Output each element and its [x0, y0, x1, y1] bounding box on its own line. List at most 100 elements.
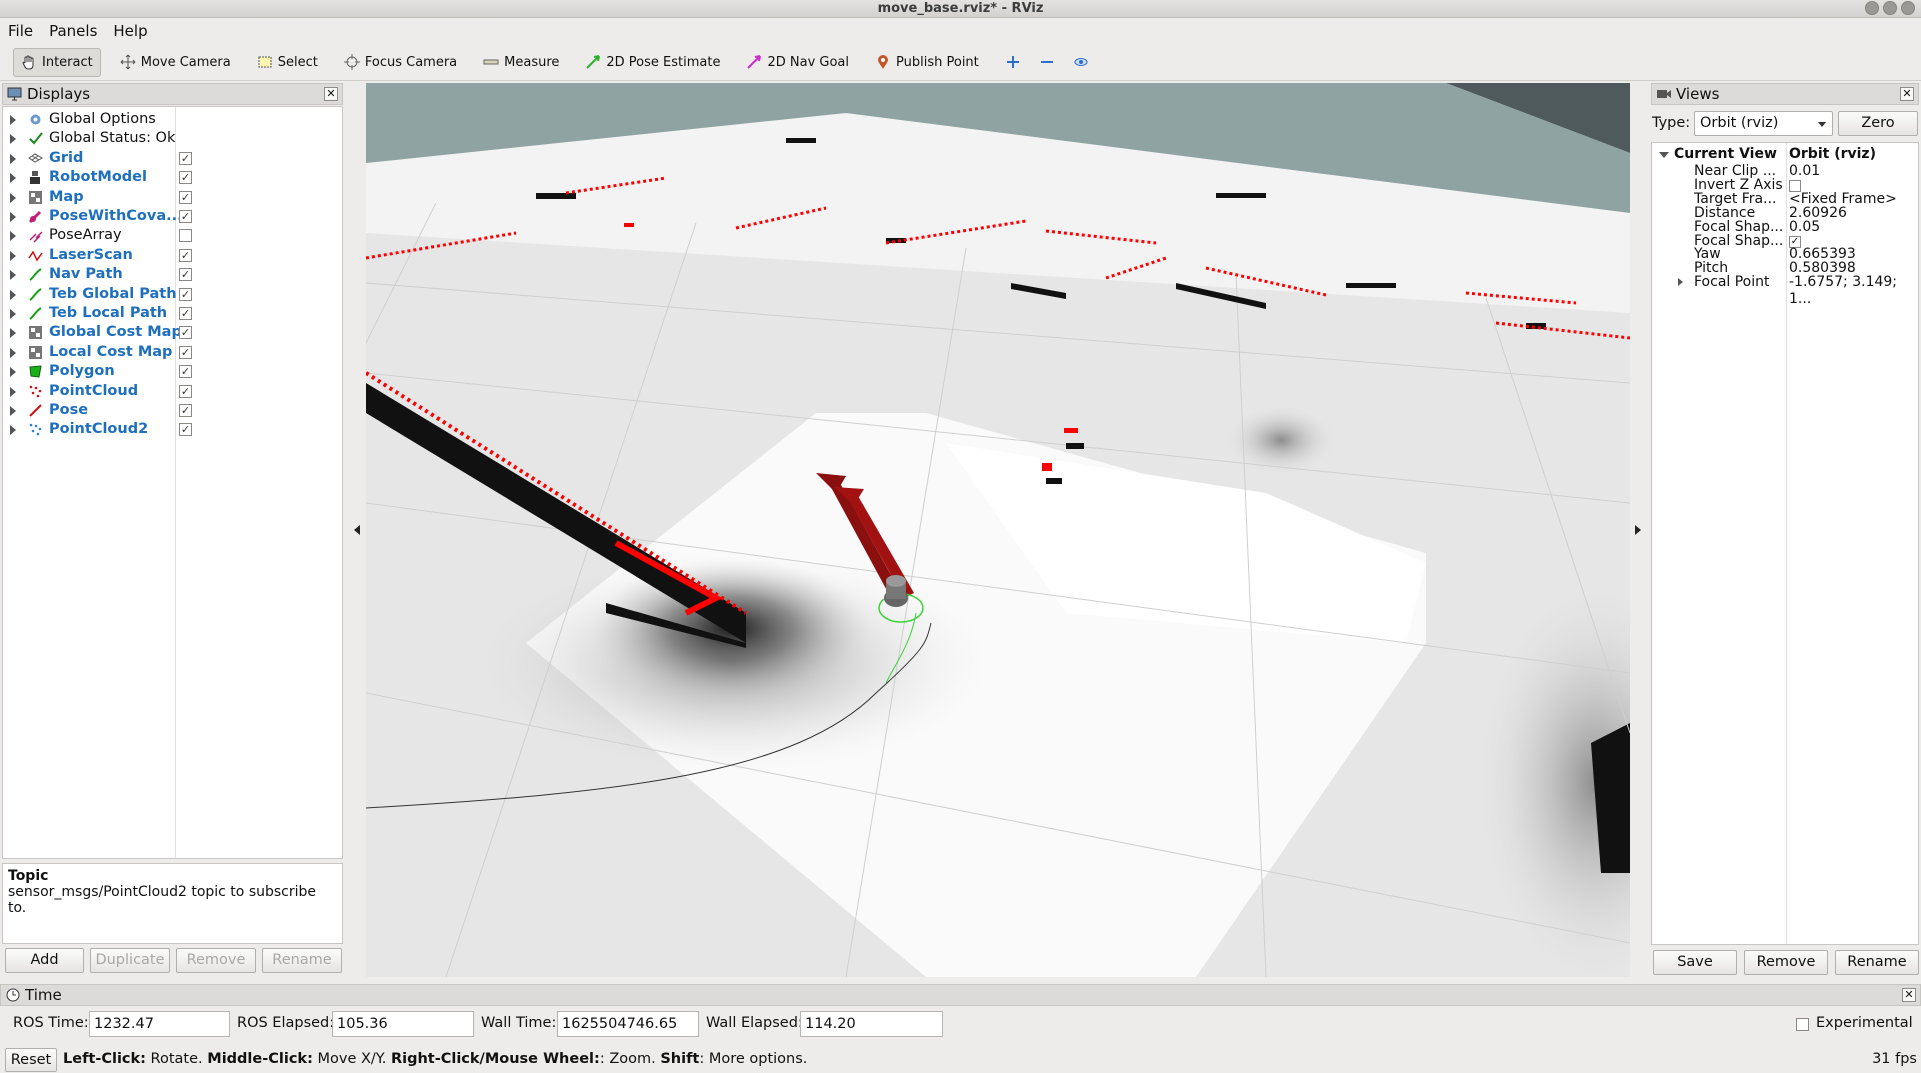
- views-type-row: Type: Orbit (rviz) Zero: [1651, 110, 1919, 138]
- expand-arrow-icon[interactable]: [10, 406, 16, 416]
- display-item[interactable]: Map ✓: [3, 188, 342, 207]
- expand-arrow-icon[interactable]: [10, 134, 16, 145]
- expand-arrow-icon[interactable]: [10, 231, 16, 242]
- add-tool-button[interactable]: [998, 48, 1028, 77]
- display-item[interactable]: Teb Local Path ✓: [3, 304, 342, 323]
- tool-pose-estimate-button[interactable]: 2D Pose Estimate: [578, 48, 727, 77]
- display-enabled-checkbox[interactable]: ✓: [179, 384, 192, 398]
- display-enabled-checkbox[interactable]: ✓: [179, 326, 192, 340]
- display-item[interactable]: LaserScan ✓: [3, 246, 342, 265]
- display-enabled-checkbox[interactable]: ✓: [179, 287, 192, 301]
- remove-view-button[interactable]: Remove: [1744, 950, 1828, 975]
- display-enabled-checkbox[interactable]: ✓: [179, 307, 192, 320]
- display-enabled-checkbox[interactable]: ✓: [179, 345, 192, 359]
- display-item[interactable]: Global Status: Ok: [3, 129, 342, 148]
- tool-focus-camera-button[interactable]: Focus Camera: [337, 48, 464, 77]
- duplicate-display-button[interactable]: Duplicate: [90, 948, 170, 973]
- display-enabled-checkbox[interactable]: ✓: [179, 151, 192, 165]
- view-property-row[interactable]: Focal Point -1.6757; 3.149; 1...: [1652, 274, 1918, 307]
- expand-arrow-icon[interactable]: [10, 367, 16, 378]
- menu-panels[interactable]: Panels: [49, 22, 97, 40]
- displays-tree[interactable]: Global Options Global Status: Ok Grid ✓ Robo…: [2, 106, 343, 859]
- current-view-row[interactable]: Current View Orbit (rviz): [1652, 146, 1918, 163]
- display-item[interactable]: PointCloud2 ✓: [3, 420, 342, 439]
- expand-arrow-icon[interactable]: [10, 153, 16, 164]
- ros-elapsed-field[interactable]: 105.36: [332, 1011, 474, 1037]
- zero-button[interactable]: Zero: [1838, 111, 1918, 136]
- expand-arrow-icon[interactable]: [10, 289, 16, 300]
- experimental-checkbox[interactable]: [1796, 1018, 1809, 1031]
- display-item[interactable]: Global Options: [3, 110, 342, 129]
- expand-arrow-icon[interactable]: [10, 173, 16, 184]
- expand-arrow-icon[interactable]: [10, 192, 16, 203]
- close-panel-icon[interactable]: ✕: [324, 87, 338, 101]
- display-item[interactable]: PoseWithCova... ✓: [3, 207, 342, 226]
- checkmark-icon: [29, 132, 43, 145]
- expand-arrow-icon[interactable]: [10, 115, 16, 125]
- rename-display-button[interactable]: Rename: [262, 948, 342, 973]
- remove-display-button[interactable]: Remove: [176, 948, 256, 973]
- display-label: LaserScan: [49, 246, 133, 263]
- display-item[interactable]: Local Cost Map ✓: [3, 343, 342, 362]
- views-tree[interactable]: Current View Orbit (rviz) Near Clip ... 0…: [1651, 142, 1919, 945]
- collapse-right-arrow-icon[interactable]: [1635, 525, 1641, 535]
- menu-help[interactable]: Help: [113, 22, 147, 40]
- tool-move-camera-button[interactable]: Move Camera: [113, 48, 238, 77]
- display-enabled-checkbox[interactable]: ✓: [179, 248, 192, 262]
- expand-arrow-icon[interactable]: [10, 309, 16, 319]
- add-display-button[interactable]: Add: [5, 948, 84, 973]
- expand-arrow-icon[interactable]: [10, 347, 16, 358]
- expand-arrow-icon[interactable]: [10, 328, 16, 339]
- close-panel-icon[interactable]: ✕: [1902, 988, 1916, 1002]
- display-enabled-checkbox[interactable]: [179, 229, 192, 243]
- fps-counter: 31 fps: [1872, 1051, 1917, 1067]
- display-item[interactable]: Nav Path ✓: [3, 265, 342, 284]
- display-item[interactable]: Grid ✓: [3, 149, 342, 168]
- expand-arrow-icon[interactable]: [10, 250, 16, 261]
- expand-arrow-icon[interactable]: [10, 270, 16, 281]
- close-window-button[interactable]: [1901, 1, 1915, 15]
- render-viewport[interactable]: [366, 83, 1630, 977]
- wall-time-field[interactable]: 1625504746.65: [557, 1011, 699, 1037]
- display-enabled-checkbox[interactable]: ✓: [179, 268, 192, 282]
- display-enabled-checkbox[interactable]: ✓: [179, 423, 192, 437]
- save-view-button[interactable]: Save: [1653, 950, 1737, 975]
- reset-button[interactable]: Reset: [5, 1048, 57, 1072]
- wall-elapsed-field[interactable]: 114.20: [800, 1011, 943, 1037]
- display-item[interactable]: Global Cost Map ✓: [3, 323, 342, 342]
- expand-arrow-icon[interactable]: [10, 386, 16, 397]
- display-enabled-checkbox[interactable]: ✓: [179, 190, 192, 204]
- tool-publish-point-button[interactable]: Publish Point: [868, 48, 986, 77]
- toolbar: Interact Move Camera Select Focus Camera…: [0, 44, 1921, 81]
- close-panel-icon[interactable]: ✕: [1900, 87, 1914, 101]
- display-item[interactable]: PoseArray: [3, 226, 342, 245]
- minimize-button[interactable]: [1865, 1, 1879, 15]
- display-enabled-checkbox[interactable]: ✓: [179, 365, 192, 379]
- expand-arrow-icon[interactable]: [10, 425, 16, 436]
- remove-tool-button[interactable]: [1032, 48, 1062, 77]
- display-item[interactable]: Polygon ✓: [3, 362, 342, 381]
- maximize-button[interactable]: [1883, 1, 1897, 15]
- ros-time-field[interactable]: 1232.47: [89, 1011, 230, 1037]
- display-enabled-checkbox[interactable]: ✓: [179, 404, 192, 417]
- view-property-value[interactable]: -1.6757; 3.149; 1...: [1789, 274, 1918, 308]
- path-icon: [29, 287, 42, 301]
- display-item[interactable]: RobotModel ✓: [3, 168, 342, 187]
- display-item[interactable]: PointCloud ✓: [3, 382, 342, 401]
- collapse-left-arrow-icon[interactable]: [354, 525, 360, 535]
- tool-properties-button[interactable]: [1066, 48, 1096, 77]
- tool-measure-button[interactable]: Measure: [476, 48, 566, 77]
- rename-view-button[interactable]: Rename: [1835, 950, 1919, 975]
- tool-select-button[interactable]: Select: [250, 48, 325, 77]
- display-item[interactable]: Teb Global Path ✓: [3, 285, 342, 304]
- display-enabled-checkbox[interactable]: ✓: [179, 171, 192, 185]
- expand-arrow-icon[interactable]: [1678, 278, 1683, 287]
- tool-nav-goal-button[interactable]: 2D Nav Goal: [739, 48, 856, 77]
- display-item[interactable]: Pose ✓: [3, 401, 342, 420]
- expand-arrow-icon[interactable]: [10, 212, 16, 222]
- tool-interact-button[interactable]: Interact: [13, 47, 101, 77]
- display-enabled-checkbox[interactable]: ✓: [179, 210, 192, 223]
- polygon-icon: [29, 365, 42, 378]
- menu-file[interactable]: File: [8, 22, 33, 40]
- view-type-select[interactable]: Orbit (rviz): [1694, 111, 1833, 136]
